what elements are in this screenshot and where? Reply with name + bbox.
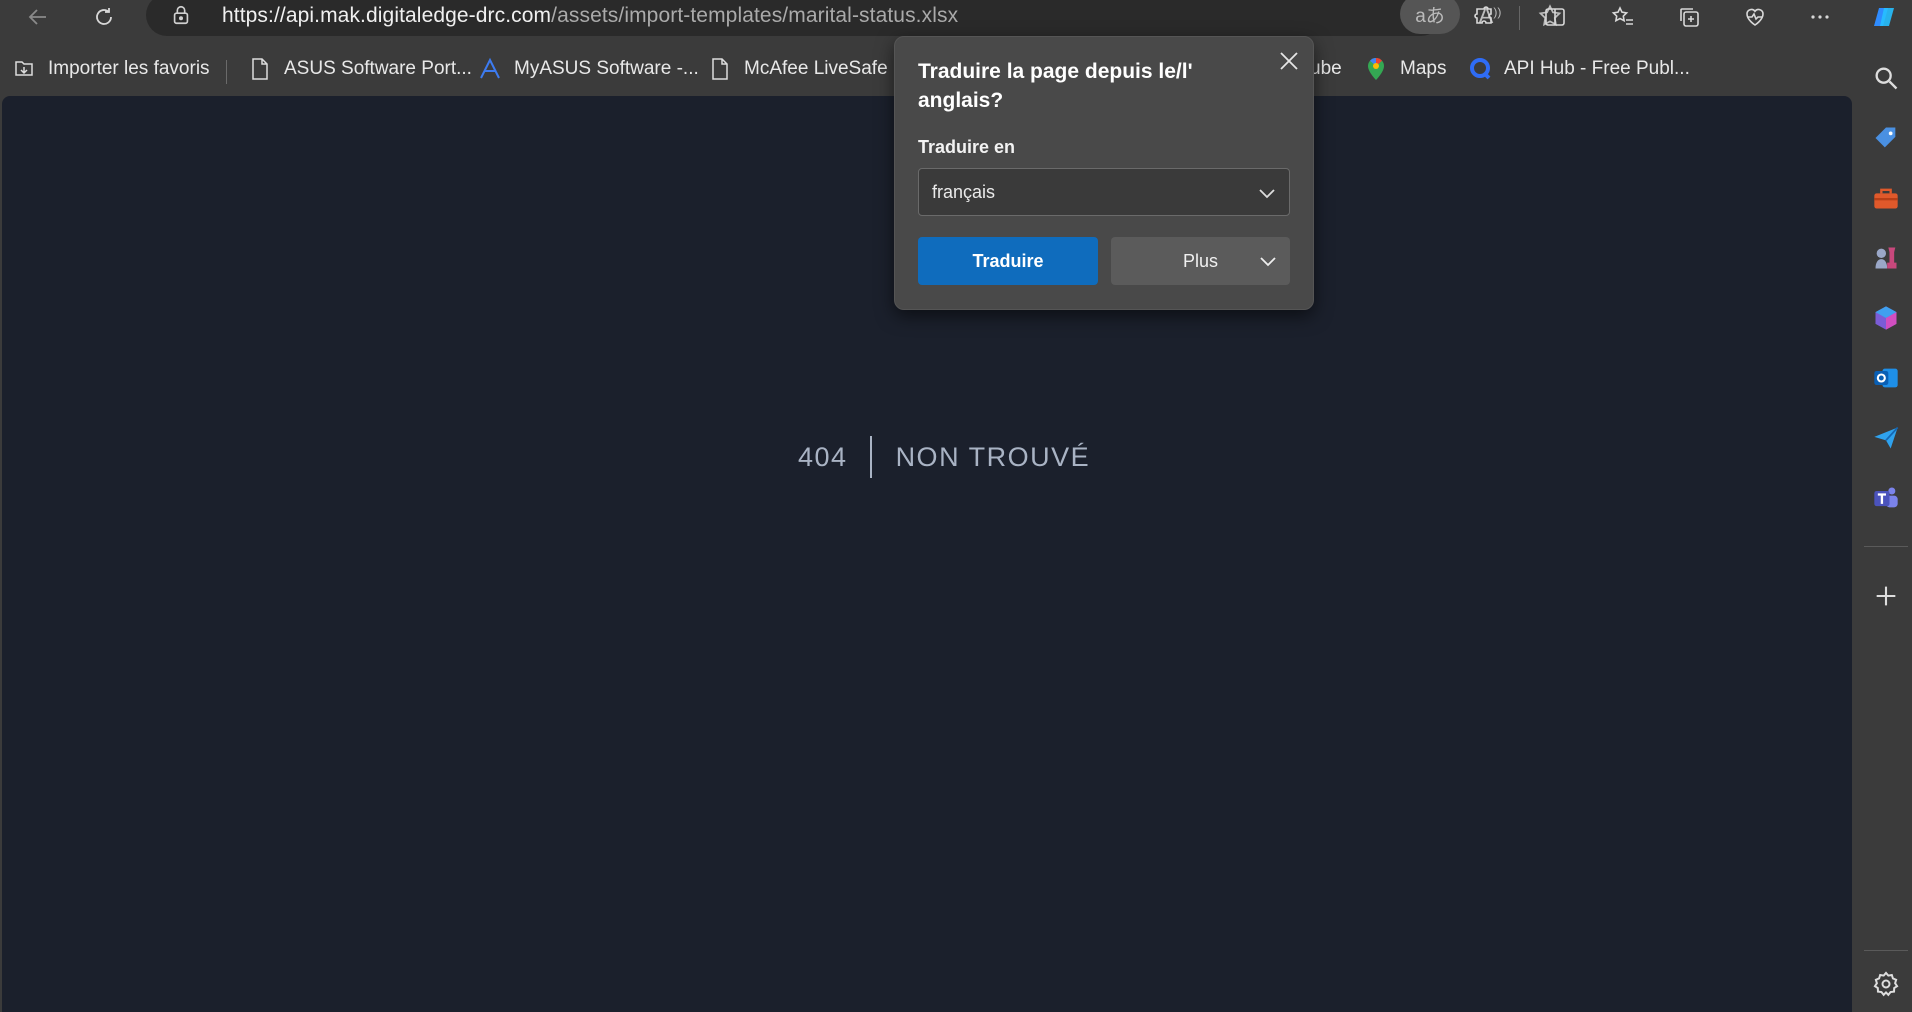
browser-essentials-button[interactable]	[1735, 0, 1775, 34]
sidebar-settings-button[interactable]	[1870, 968, 1902, 1000]
translate-to-label: Traduire en	[918, 137, 1016, 157]
sidebar-separator	[1864, 950, 1908, 951]
teams-icon	[1874, 487, 1898, 508]
lock-icon[interactable]	[170, 4, 192, 26]
translate-button[interactable]: aあ	[1400, 0, 1460, 34]
translate-popup-title: Traduire la page depuis le/l' anglais?	[918, 60, 1193, 112]
extensions-button[interactable]	[1464, 0, 1504, 34]
favorite-label: MyASUS Software -...	[514, 58, 699, 79]
settings-more-button[interactable]	[1800, 0, 1840, 34]
puzzle-icon	[1474, 6, 1492, 24]
favorites-separator	[226, 60, 227, 84]
favorite-label: ube	[1310, 58, 1342, 79]
favorite-asus-software-portal[interactable]: ASUS Software Port...	[248, 54, 472, 84]
favorites-button[interactable]	[1603, 0, 1643, 34]
sidebar-add-button[interactable]	[1870, 580, 1902, 612]
more-horizontal-icon	[1811, 15, 1829, 19]
split-screen-icon	[1545, 8, 1565, 26]
more-options-button[interactable]: Plus	[1111, 237, 1290, 285]
translate-icon: aあ	[1415, 5, 1445, 27]
favorite-label: Importer les favoris	[48, 58, 210, 79]
error-code: 404	[798, 441, 848, 472]
plus-icon	[1876, 586, 1896, 606]
sidebar-drop-button[interactable]	[1870, 422, 1902, 454]
favorite-label: API Hub - Free Publ...	[1504, 58, 1690, 79]
sidebar-outlook-button[interactable]	[1870, 362, 1902, 394]
target-language-select[interactable]: français	[918, 168, 1290, 216]
favorite-mcafee-livesafe[interactable]: McAfee LiveSafe	[708, 54, 888, 84]
favorite-label: Maps	[1400, 58, 1447, 79]
outlook-icon	[1874, 368, 1898, 388]
toolbox-icon	[1874, 188, 1898, 209]
sidebar-tools-button[interactable]	[1870, 182, 1902, 214]
sidebar-microsoft365-button[interactable]	[1870, 302, 1902, 334]
translate-button-primary[interactable]: Traduire	[918, 237, 1098, 285]
browser-window: https://api.mak.digitaledge-drc.com/asse…	[0, 0, 1912, 1012]
url-path: /assets/import-templates/marital-status.…	[551, 4, 959, 27]
refresh-icon	[96, 8, 112, 25]
chevron-down-icon	[1260, 257, 1276, 267]
chevron-down-icon	[1259, 189, 1275, 199]
sidebar-games-button[interactable]	[1870, 242, 1902, 274]
chess-pieces-icon	[1875, 247, 1897, 269]
maps-icon	[1364, 57, 1388, 81]
back-arrow-icon	[28, 9, 46, 25]
browser-toolbar: https://api.mak.digitaledge-drc.com/asse…	[0, 0, 1912, 36]
import-favorites-icon	[12, 57, 36, 81]
sidebar-search-button[interactable]	[1870, 62, 1902, 94]
favorite-label: ASUS Software Port...	[284, 58, 472, 79]
collections-icon	[1680, 8, 1699, 27]
split-screen-button[interactable]	[1535, 0, 1575, 34]
back-button[interactable]	[18, 0, 58, 34]
shopping-tag-icon	[1875, 127, 1896, 148]
favorites-star-list-icon	[1611, 6, 1633, 25]
myasus-logo-icon	[478, 57, 502, 81]
favorite-youtube[interactable]: ube	[1310, 54, 1342, 84]
close-icon	[1280, 52, 1298, 70]
microsoft-365-icon	[1875, 306, 1897, 330]
favorite-api-hub[interactable]: API Hub - Free Publ...	[1468, 54, 1690, 84]
collections-button[interactable]	[1669, 0, 1709, 34]
error-text: NON TROUVÉ	[895, 441, 1091, 472]
paper-plane-icon	[1874, 426, 1899, 449]
api-hub-icon	[1468, 57, 1492, 81]
url-host: https://api.mak.digitaledge-drc.com	[222, 4, 552, 27]
favorite-label: McAfee LiveSafe	[744, 58, 888, 79]
translate-popup: Traduire la page depuis le/l' anglais? T…	[894, 36, 1314, 310]
search-icon	[1875, 67, 1898, 90]
favorite-myasus-software[interactable]: MyASUS Software -...	[478, 54, 699, 84]
heart-pulse-icon	[1746, 8, 1764, 26]
favorite-maps[interactable]: Maps	[1364, 54, 1446, 84]
sidebar-separator	[1864, 546, 1908, 547]
toolbar-divider	[1519, 6, 1520, 30]
page-icon	[248, 57, 272, 81]
sidebar-shopping-button[interactable]	[1870, 122, 1902, 154]
favorite-import[interactable]: Importer les favoris	[12, 54, 210, 84]
sidebar-teams-button[interactable]	[1870, 482, 1902, 514]
url-text[interactable]: https://api.mak.digitaledge-drc.com/asse…	[222, 4, 958, 28]
error-message: 404 NON TROUVÉ	[798, 436, 1091, 478]
gear-icon	[1873, 971, 1899, 997]
translate-popup-close-button[interactable]	[1273, 45, 1305, 77]
edge-sidebar	[1860, 0, 1912, 1012]
refresh-button[interactable]	[84, 0, 124, 34]
selected-language: français	[932, 181, 996, 202]
address-bar[interactable]: https://api.mak.digitaledge-drc.com/asse…	[146, 0, 1562, 36]
more-options-label: Plus	[1182, 250, 1218, 271]
page-icon	[708, 57, 732, 81]
